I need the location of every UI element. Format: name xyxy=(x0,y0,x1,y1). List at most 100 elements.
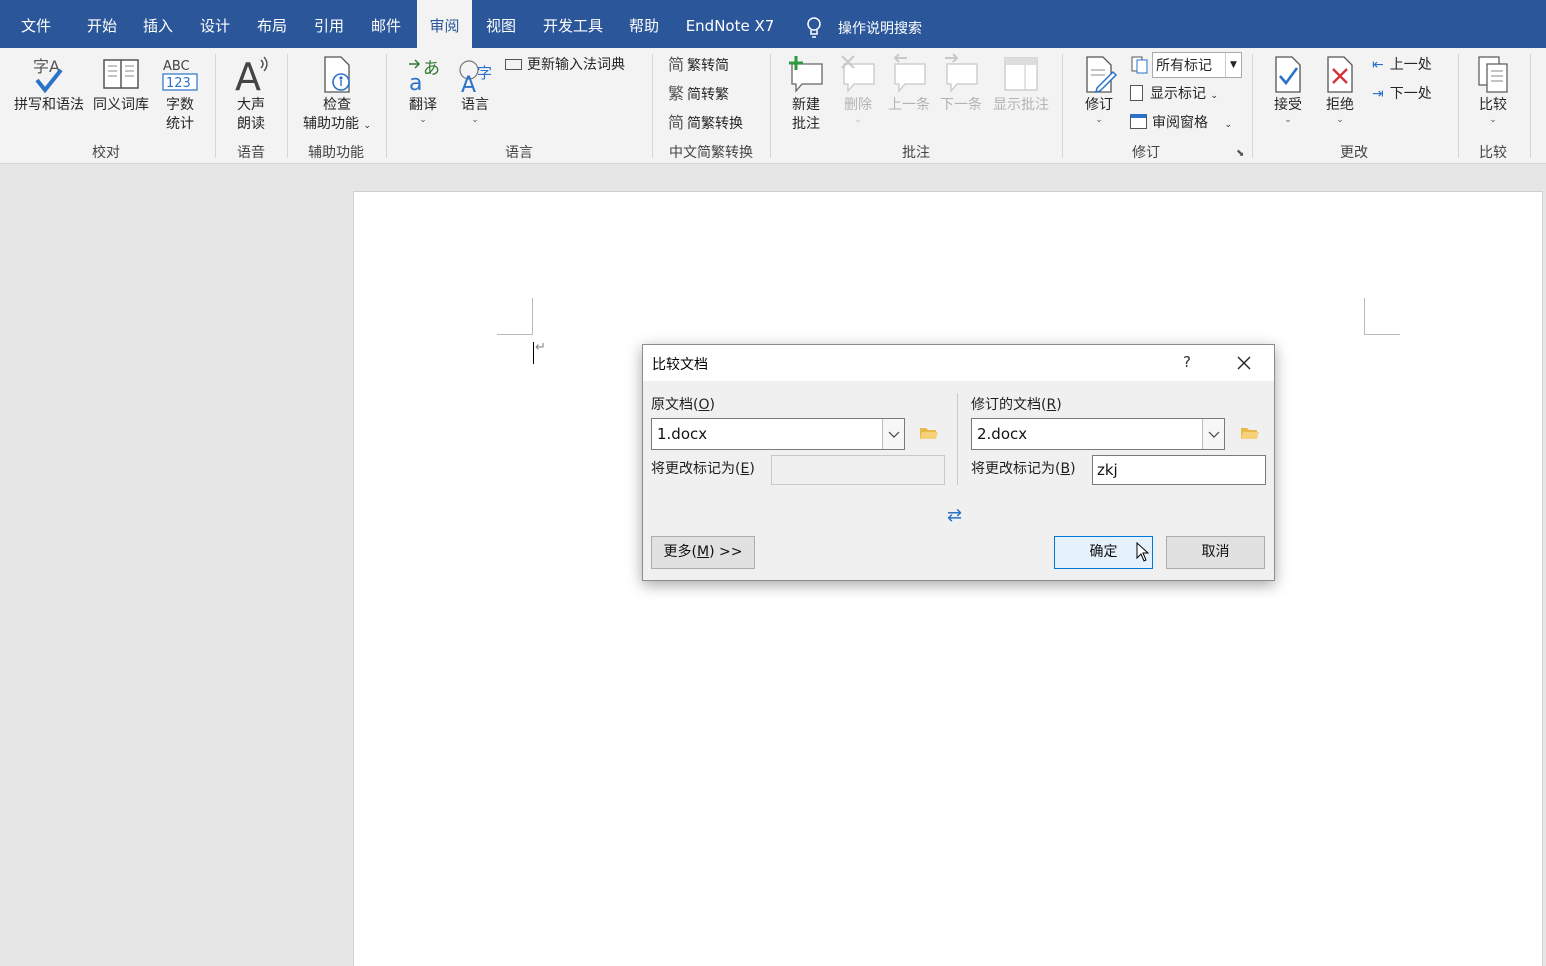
tab-view[interactable]: 视图 xyxy=(477,0,525,48)
ribbon: 字A 拼写和语法 同义词库 ABC 123 字数 统计 校对 A 大声 朗读 语… xyxy=(0,48,1546,164)
dialog-title-bar: 比较文档 ? xyxy=(643,345,1274,381)
svg-text:A: A xyxy=(461,73,476,96)
tab-endnote[interactable]: EndNote X7 xyxy=(680,0,780,48)
compare-button[interactable]: 比较 ⌄ xyxy=(1468,54,1518,125)
original-document-combo[interactable]: 1.docx xyxy=(651,418,905,450)
tracking-options-launcher-icon[interactable]: ⬊ xyxy=(1236,148,1244,159)
paragraph-mark: ↵ xyxy=(535,340,546,355)
revised-mark-field[interactable]: zkj xyxy=(1092,455,1266,485)
delete-comment-label: 删除 xyxy=(844,97,872,113)
language-dropdown-icon: ⌄ xyxy=(471,115,479,125)
show-markup-button[interactable]: 显示标记 ⌄ xyxy=(1130,83,1218,105)
update-ime-dictionary-button[interactable]: 更新输入法词典 xyxy=(505,54,625,76)
review-pane-icon xyxy=(1130,114,1147,129)
spelling-grammar-button[interactable]: 字A 拼写和语法 xyxy=(8,54,90,115)
close-icon[interactable] xyxy=(1237,356,1251,370)
group-changes: 更改 xyxy=(1340,145,1368,161)
convert-button[interactable]: 简简繁转换 xyxy=(668,112,743,134)
tab-file[interactable]: 文件 xyxy=(12,0,60,48)
revised-document-combo[interactable]: 2.docx xyxy=(971,418,1225,450)
track-changes-button[interactable]: 修订 ⌄ xyxy=(1074,54,1124,125)
revised-dropdown-button[interactable] xyxy=(1202,419,1224,449)
new-comment-label-1: 新建 xyxy=(792,97,820,113)
track-dropdown-icon: ⌄ xyxy=(1095,115,1103,125)
ribbon-tab-bar: 文件 开始 插入 设计 布局 引用 邮件 审阅 视图 开发工具 帮助 EndNo… xyxy=(0,0,1546,48)
next-comment-icon xyxy=(945,54,978,93)
group-speech: 语音 xyxy=(237,145,265,161)
markup-icon xyxy=(1130,56,1148,74)
next-change-label: 下一处 xyxy=(1389,86,1432,102)
show-comments-icon xyxy=(1004,57,1038,91)
swap-documents-icon[interactable]: ⇄ xyxy=(947,505,962,526)
tab-mailings[interactable]: 邮件 xyxy=(362,0,410,48)
reject-icon xyxy=(1327,56,1353,93)
show-comments-label: 显示批注 xyxy=(993,97,1049,113)
revised-document-label: 修订的文档(R) xyxy=(971,397,1062,413)
reject-label: 拒绝 xyxy=(1326,97,1354,113)
browse-revised-folder-icon[interactable] xyxy=(1240,425,1260,441)
markup-select[interactable]: 所有标记 ▼ xyxy=(1152,52,1242,78)
tab-developer[interactable]: 开发工具 xyxy=(534,0,612,48)
previous-change-label: 上一处 xyxy=(1389,57,1432,73)
convert-label: 简繁转换 xyxy=(687,116,744,132)
next-comment-button[interactable]: 下一条 xyxy=(936,54,986,115)
book-icon xyxy=(103,59,139,89)
svg-text:あ: あ xyxy=(423,59,440,79)
thesaurus-label: 同义词库 xyxy=(93,97,149,113)
accept-button[interactable]: 接受 ⌄ xyxy=(1264,54,1312,125)
translate-button[interactable]: a あ 翻译 ⌄ xyxy=(398,54,448,125)
word-count-label-1: 字数 xyxy=(166,97,194,113)
next-change-button[interactable]: ⇥ 下一处 xyxy=(1372,83,1432,105)
check-accessibility-label-1: 检查 xyxy=(323,97,351,113)
cancel-button[interactable]: 取消 xyxy=(1166,536,1265,569)
lightbulb-icon xyxy=(807,17,821,38)
new-comment-button[interactable]: 新建 批注 xyxy=(780,54,832,134)
word-count-button[interactable]: ABC 123 字数 统计 xyxy=(152,54,208,134)
simp-char-icon: 繁 xyxy=(668,84,685,103)
markup-select-value: 所有标记 xyxy=(1156,58,1212,74)
previous-change-button[interactable]: ⇤ 上一处 xyxy=(1372,54,1432,76)
to-traditional-button[interactable]: 繁简转繁 xyxy=(668,83,729,105)
new-comment-label-2: 批注 xyxy=(792,116,820,132)
tab-insert[interactable]: 插入 xyxy=(134,0,182,48)
svg-text:ABC: ABC xyxy=(163,59,190,74)
reject-button[interactable]: 拒绝 ⌄ xyxy=(1316,54,1364,125)
spelling-label: 拼写和语法 xyxy=(14,97,84,113)
tab-layout[interactable]: 布局 xyxy=(248,0,296,48)
revised-mark-label: 将更改标记为(B) xyxy=(971,461,1076,477)
delete-comment-button[interactable]: 删除 ⌄ xyxy=(834,54,882,125)
check-accessibility-button[interactable]: 检查 辅助功能 ⌄ xyxy=(294,54,380,136)
accept-icon xyxy=(1275,56,1301,93)
browse-original-folder-icon[interactable] xyxy=(919,425,939,441)
check-accessibility-label-2: 辅助功能 ⌄ xyxy=(303,116,371,132)
tab-references[interactable]: 引用 xyxy=(305,0,353,48)
read-aloud-label-2: 朗读 xyxy=(237,116,265,132)
chevron-down-icon xyxy=(1208,431,1220,438)
more-button[interactable]: 更多(M) >> xyxy=(651,536,755,569)
check-accessibility-text: 辅助功能 xyxy=(303,116,359,132)
group-chinese-conversion: 中文简繁转换 xyxy=(669,145,753,161)
tab-review[interactable]: 审阅 xyxy=(417,0,472,48)
read-aloud-button[interactable]: A 大声 朗读 xyxy=(222,54,280,134)
ribbon-separator xyxy=(770,54,771,158)
tab-design[interactable]: 设计 xyxy=(191,0,239,48)
original-dropdown-button[interactable] xyxy=(882,419,904,449)
thesaurus-button[interactable]: 同义词库 xyxy=(89,54,153,115)
language-button[interactable]: A 字 语言 ⌄ xyxy=(450,54,500,125)
tab-help[interactable]: 帮助 xyxy=(620,0,668,48)
to-simplified-button[interactable]: 简繁转简 xyxy=(668,54,729,76)
tab-home[interactable]: 开始 xyxy=(78,0,126,48)
update-ime-label: 更新输入法词典 xyxy=(527,57,625,73)
language-label: 语言 xyxy=(461,97,489,113)
show-markup-label: 显示标记 xyxy=(1150,86,1206,102)
read-aloud-icon: A xyxy=(235,55,268,96)
tell-me-search[interactable]: 操作说明搜索 xyxy=(804,0,954,48)
to-traditional-label: 简转繁 xyxy=(687,87,730,103)
group-proofing: 校对 xyxy=(92,145,120,161)
compare-documents-dialog: 比较文档 ? 原文档(O) 1.docx 将更改标记为(E) 修订的文档(R) … xyxy=(642,344,1275,581)
show-comments-button[interactable]: 显示批注 xyxy=(988,54,1054,115)
help-button[interactable]: ? xyxy=(1183,353,1191,371)
previous-comment-button[interactable]: 上一条 xyxy=(884,54,934,115)
review-pane-button[interactable]: 审阅窗格 ⌄ xyxy=(1130,112,1232,134)
original-mark-field[interactable] xyxy=(771,455,945,485)
